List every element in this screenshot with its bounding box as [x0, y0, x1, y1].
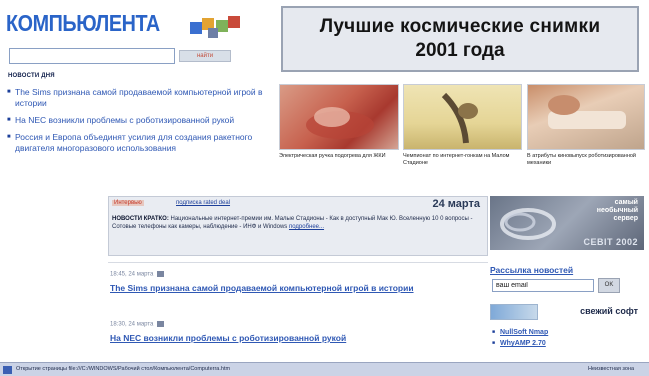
- brief-label: НОВОСТИ КРАТКО:: [112, 216, 169, 222]
- promo-banner[interactable]: Лучшие космические снимки 2001 года: [281, 6, 639, 72]
- news-of-day-list: The Sims признана самой продаваемой комп…: [7, 87, 269, 160]
- banner-subtitle: 2001 года: [415, 40, 505, 61]
- category-tag[interactable]: Интервью: [112, 200, 144, 206]
- article-title-link[interactable]: The Sims признана самой продаваемой комп…: [110, 283, 480, 294]
- security-zone: Неизвестная зона: [588, 366, 635, 372]
- arm-photo-icon: [548, 95, 626, 129]
- news-brief-header: Интервью подписка rated deal 24 марта: [112, 198, 484, 210]
- ad-line: сервер: [613, 215, 638, 222]
- ad-line: необычный: [596, 207, 638, 214]
- cebit-ad-banner[interactable]: самый необычный сервер CEBIT 2002: [490, 196, 644, 250]
- more-link[interactable]: подробнее...: [289, 224, 324, 230]
- news-photo[interactable]: [527, 84, 645, 150]
- newsletter-submit-button[interactable]: OK: [598, 278, 620, 293]
- news-link[interactable]: Россия и Европа объединят усилия для соз…: [7, 132, 269, 154]
- software-link[interactable]: WhyAMP 2.70: [492, 338, 642, 349]
- photo-caption[interactable]: Чемпионат по интернет-гонкам на Малом Ст…: [403, 153, 522, 167]
- ad-caption: самый необычный сервер: [597, 199, 638, 223]
- email-field[interactable]: [492, 279, 594, 292]
- photo-badge-icon: [157, 271, 165, 277]
- news-brief-box: Интервью подписка rated deal 24 марта НО…: [108, 196, 488, 256]
- logo-cubes-icon: [190, 16, 240, 38]
- news-of-day-heading: НОВОСТИ ДНЯ: [8, 73, 55, 79]
- date-label: 24 марта: [432, 198, 480, 210]
- photo-badge-icon: [157, 321, 165, 327]
- news-link[interactable]: На NEC возникли проблемы с роботизирован…: [7, 115, 269, 126]
- search-bar: найти: [9, 48, 273, 64]
- banner-title: Лучшие космические снимки: [319, 16, 601, 37]
- software-link[interactable]: NullSoft Nmap: [492, 327, 642, 338]
- software-list: NullSoft Nmap WhyAMP 2.70: [492, 327, 642, 349]
- ad-line: самый: [614, 199, 638, 206]
- logo-text: КОМПЬЮЛЕНТА: [6, 10, 160, 36]
- news-link[interactable]: The Sims признана самой продаваемой комп…: [7, 87, 269, 109]
- status-text: Открытие страницы file:///C:/WINDOWS/Раб…: [16, 366, 231, 372]
- article-title-link[interactable]: На NEC возникли проблемы с роботизирован…: [110, 333, 480, 344]
- news-photo[interactable]: [279, 84, 399, 150]
- subscribe-link[interactable]: подписка rated deal: [176, 200, 230, 206]
- hand-photo-icon: [306, 107, 374, 139]
- browser-status-bar: Открытие страницы file:///C:/WINDOWS/Раб…: [0, 362, 649, 376]
- search-input[interactable]: [9, 48, 175, 64]
- search-button[interactable]: найти: [179, 50, 231, 62]
- photo-caption[interactable]: В атрибуты киновыпуск роботизированной м…: [527, 153, 645, 167]
- software-banner-icon: [490, 304, 538, 320]
- racket-photo-icon: [441, 92, 478, 144]
- news-brief-text: НОВОСТИ КРАТКО: Национальные интернет-пр…: [112, 215, 482, 231]
- fresh-software-title: свежий софт: [580, 306, 638, 316]
- news-photo[interactable]: [403, 84, 522, 150]
- article-time: 18:45, 24 марта: [110, 271, 154, 278]
- photo-caption[interactable]: Электрическая ручка подогрева для ЖКИ: [279, 153, 399, 160]
- page-loading-icon: [3, 366, 12, 374]
- article-time: 18:30, 24 марта: [110, 321, 154, 328]
- site-logo[interactable]: КОМПЬЮЛЕНТА: [6, 8, 272, 42]
- newsletter-link[interactable]: Рассылка новостей: [490, 265, 573, 275]
- article-meta: 18:45, 24 марта: [110, 271, 165, 278]
- ad-event-name: CEBIT 2002: [583, 237, 638, 247]
- fresh-software-header: свежий софт: [490, 302, 644, 322]
- article-meta: 18:30, 24 марта: [110, 321, 165, 328]
- cable-loop-icon: [500, 208, 556, 240]
- divider: [108, 262, 488, 263]
